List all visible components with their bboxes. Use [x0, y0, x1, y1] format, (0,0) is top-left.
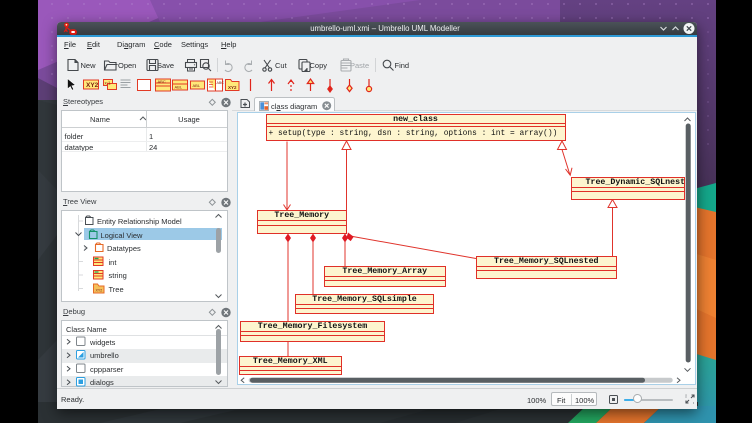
svg-text:ABL: ABL	[193, 83, 201, 88]
svg-text:x:1: x:1	[105, 80, 112, 85]
svg-text:XY2: XY2	[96, 289, 103, 293]
svg-text:XY2: XY2	[86, 82, 99, 89]
svg-text:XY2: XY2	[228, 85, 237, 90]
svg-text:ABC: ABC	[217, 81, 225, 85]
svg-text:ABC: ABC	[158, 79, 166, 84]
svg-text:ABL: ABL	[175, 85, 183, 90]
